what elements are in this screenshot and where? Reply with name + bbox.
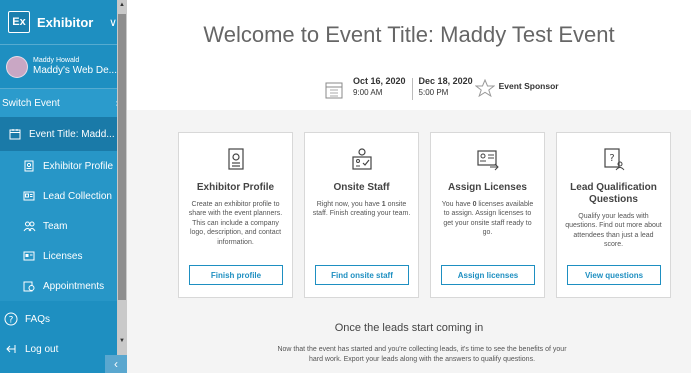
card-title: Assign Licenses	[448, 182, 527, 193]
end-date: Dec 18, 2020 5:00 PM	[419, 76, 473, 98]
card-title: Onsite Staff	[333, 182, 390, 193]
end-time-value: 5:00 PM	[418, 87, 449, 97]
page-title: Welcome to Event Title: Maddy Test Event	[203, 22, 615, 47]
scroll-down-icon[interactable]: ▼	[117, 336, 127, 346]
avatar	[6, 55, 28, 78]
user-name: Maddy Howald	[33, 57, 80, 65]
appointment-icon	[22, 279, 36, 293]
card-text-part: You have	[441, 201, 473, 208]
calendar-icon	[8, 127, 22, 141]
sidebar-scrollbar[interactable]: ▲ ▼	[117, 0, 127, 360]
scroll-thumb[interactable]	[118, 14, 126, 300]
end-date-value: Dec 18, 2020	[418, 76, 473, 86]
switch-event-button[interactable]: Switch Event ›	[0, 89, 127, 117]
switch-event-label: Switch Event	[2, 97, 60, 109]
finish-profile-button[interactable]: Finish profile	[189, 265, 283, 285]
sidebar-item-appointments[interactable]: Appointments	[0, 271, 127, 301]
team-icon	[22, 219, 36, 233]
exhibitor-logo: Ex	[8, 11, 30, 33]
staff-check-icon	[351, 148, 372, 170]
sidebar-item-label: Exhibitor Profile	[43, 160, 114, 172]
calendar-icon	[325, 82, 343, 99]
user-profile[interactable]: Maddy Howald Maddy's Web De...	[0, 45, 127, 89]
sidebar-item-licenses[interactable]: Licenses	[0, 241, 127, 271]
lead-card-icon	[22, 189, 36, 203]
profile-icon	[22, 159, 36, 173]
card-text-part: Right now, you have	[316, 201, 382, 208]
logout-label: Log out	[25, 343, 59, 355]
find-onsite-staff-button[interactable]: Find onsite staff	[315, 265, 409, 285]
card-text: Qualify your leads with questions. Find …	[565, 213, 662, 249]
sidebar-item-faqs[interactable]: ? FAQs	[0, 303, 127, 335]
license-assign-icon	[476, 150, 499, 171]
logout-icon	[4, 342, 18, 356]
card-text: Right now, you have 1 onsite staff. Fini…	[312, 200, 411, 219]
star-icon	[474, 79, 495, 97]
sidebar-header[interactable]: Ex Exhibitor ∨	[0, 0, 127, 45]
license-icon	[22, 249, 36, 263]
card-title: Exhibitor Profile	[196, 182, 275, 193]
event-date-bar: Oct 16, 2020 9:00 AM Dec 18, 2020 5:00 P…	[325, 76, 559, 100]
sidebar: Ex Exhibitor ∨ Maddy Howald Maddy's Web …	[0, 0, 127, 373]
svg-text:?: ?	[609, 153, 614, 164]
event-sponsor-label: Event Sponsor	[498, 81, 559, 91]
sidebar-item-lead-collection[interactable]: Lead Collection	[0, 181, 127, 211]
sidebar-item-exhibitor-profile[interactable]: Exhibitor Profile	[0, 151, 127, 181]
lead-qualification-card: ? Lead Qualification Questions Qualify y…	[556, 132, 671, 298]
view-questions-button[interactable]: View questions	[567, 265, 661, 285]
exhibitor-profile-card: Exhibitor Profile Create an exhibitor pr…	[178, 132, 293, 298]
user-subtitle: Maddy's Web De...	[33, 64, 117, 76]
svg-text:?: ?	[9, 316, 14, 326]
help-circle-icon: ?	[4, 312, 18, 326]
start-date: Oct 16, 2020 9:00 AM	[353, 76, 406, 98]
main-content: Welcome to Event Title: Maddy Test Event…	[127, 0, 691, 373]
onsite-staff-card: Onsite Staff Right now, you have 1 onsit…	[304, 132, 419, 298]
scroll-up-icon[interactable]: ▲	[117, 0, 127, 10]
collapse-sidebar-button[interactable]: ‹	[105, 355, 127, 373]
profile-badge-icon	[227, 148, 244, 170]
sidebar-item-label: Licenses	[43, 250, 83, 262]
start-date-value: Oct 16, 2020	[353, 76, 406, 86]
card-title: Lead Qualification Questions	[570, 182, 657, 205]
assign-licenses-button[interactable]: Assign licenses	[441, 265, 535, 285]
card-text: You have 0 licenses available to assign.…	[438, 200, 537, 238]
sidebar-item-team[interactable]: Team	[0, 211, 127, 241]
sidebar-item-label: Event Title: Madd...	[29, 128, 115, 140]
leads-section-text: Now that the event has started and you'r…	[277, 346, 567, 363]
start-time-value: 9:00 AM	[353, 87, 383, 97]
app-title: Exhibitor	[37, 14, 94, 30]
sidebar-item-label: Appointments	[43, 280, 105, 292]
sidebar-item-label: FAQs	[25, 313, 51, 325]
question-doc-icon: ?	[603, 148, 624, 171]
sidebar-item-label: Lead Collection	[43, 190, 112, 202]
sidebar-item-label: Team	[43, 220, 68, 232]
card-text: Create an exhibitor profile to share wit…	[188, 201, 283, 246]
leads-section-title: Once the leads start coming in	[334, 322, 484, 334]
divider	[411, 78, 413, 100]
sidebar-item-event[interactable]: Event Title: Madd...	[0, 117, 127, 151]
assign-licenses-card: Assign Licenses You have 0 licenses avai…	[430, 132, 545, 298]
